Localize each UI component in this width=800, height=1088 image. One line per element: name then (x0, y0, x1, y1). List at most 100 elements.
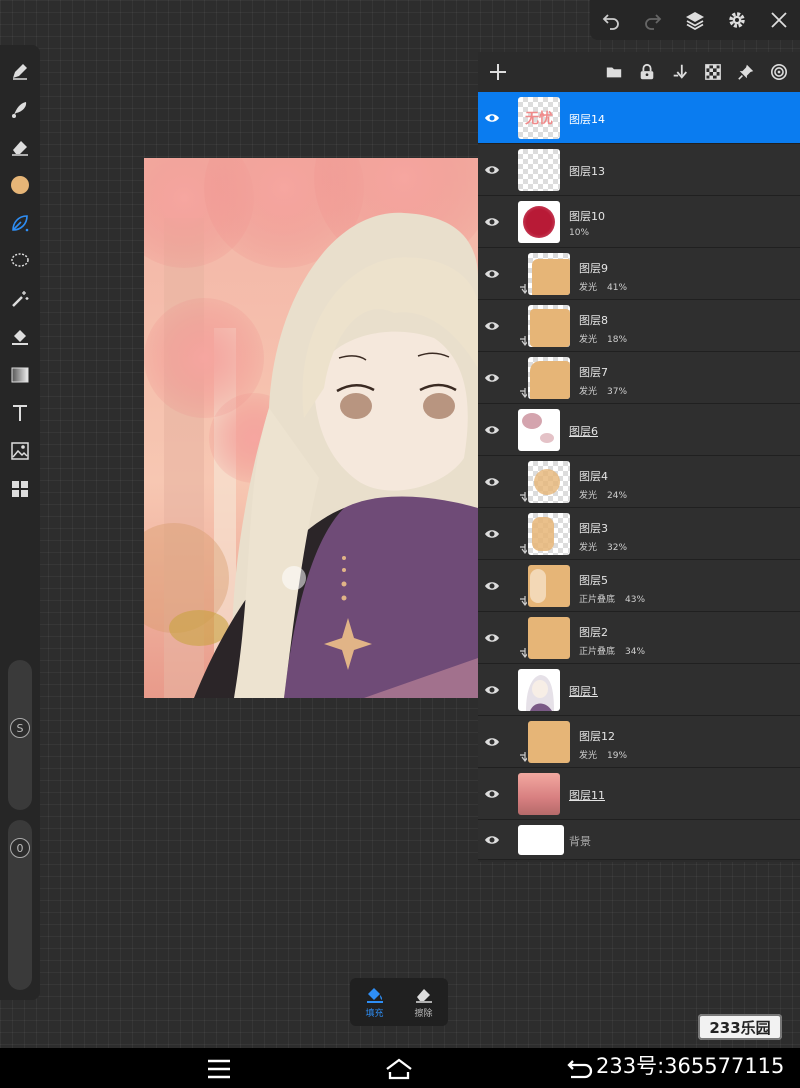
layer-name: 图层6 (569, 425, 598, 438)
eye-icon[interactable] (484, 578, 500, 594)
redo-icon[interactable] (639, 6, 667, 34)
layer-row[interactable]: 图层6 (478, 404, 800, 456)
layer-name: 图层3 (579, 522, 608, 535)
fill-bucket-icon[interactable] (6, 323, 34, 351)
layer-row[interactable]: 图层9 发光 41% (478, 248, 800, 300)
layer-thumbnail (528, 721, 570, 763)
layer-row[interactable]: 图层4 发光 24% (478, 456, 800, 508)
canvas-artwork[interactable] (144, 158, 478, 698)
layer-row[interactable]: 图层13 (478, 144, 800, 196)
layer-row[interactable]: 图层1 (478, 664, 800, 716)
lasso-icon[interactable] (6, 247, 34, 275)
layers-icon[interactable] (681, 6, 709, 34)
fill-button[interactable]: 填充 (350, 978, 399, 1026)
target-icon[interactable] (766, 59, 792, 85)
home-icon[interactable] (384, 1056, 414, 1082)
merge-down-icon[interactable] (667, 59, 693, 85)
layer-row[interactable]: 图层7 发光 37% (478, 352, 800, 404)
layer-blend-mode: 发光 (579, 751, 598, 761)
layer-row[interactable]: 图层11 (478, 768, 800, 820)
clip-arrow-icon (520, 284, 527, 294)
image-icon[interactable] (6, 437, 34, 465)
eraser-icon (415, 988, 432, 1003)
layer-row[interactable]: 图层2 正片叠底 34% (478, 612, 800, 664)
brush-icon[interactable] (6, 209, 34, 237)
eye-icon[interactable] (484, 110, 500, 126)
checker-icon[interactable] (700, 59, 726, 85)
layer-panel: 无忧 图层14 图层13 图层10 10% 图层9 发光 41% 图层8 发光 18… (478, 52, 800, 862)
eye-icon[interactable] (484, 734, 500, 750)
brush-size-knob[interactable]: S (10, 718, 30, 738)
layer-name: 图层12 (579, 730, 615, 743)
layer-name: 背景 (569, 835, 591, 848)
undo-icon[interactable] (597, 6, 625, 34)
layer-name: 图层13 (569, 165, 605, 178)
text-icon[interactable] (6, 399, 34, 427)
eye-icon[interactable] (484, 786, 500, 802)
layer-thumbnail: 无忧 (518, 97, 560, 139)
clip-arrow-icon (520, 752, 527, 762)
grid-icon[interactable] (6, 475, 34, 503)
layer-thumbnail (528, 565, 570, 607)
back-icon[interactable] (564, 1056, 594, 1082)
menu-icon[interactable] (204, 1056, 234, 1082)
layer-name: 图层5 (579, 574, 608, 587)
eye-icon[interactable] (484, 474, 500, 490)
eye-icon[interactable] (484, 832, 500, 848)
layer-row[interactable]: 图层3 发光 32% (478, 508, 800, 560)
smudge-icon[interactable] (6, 95, 34, 123)
gradient-icon[interactable] (6, 361, 34, 389)
eye-icon[interactable] (484, 266, 500, 282)
eye-icon[interactable] (484, 630, 500, 646)
layer-opacity: 32% (607, 543, 628, 553)
layer-thumbnail (518, 825, 564, 855)
layer-name: 图层1 (569, 685, 598, 698)
gear-icon[interactable] (723, 6, 751, 34)
top-toolbar (590, 0, 800, 40)
clip-arrow-icon (520, 544, 527, 554)
eye-icon[interactable] (484, 214, 500, 230)
layer-thumbnail (528, 617, 570, 659)
layer-row[interactable]: 图层10 10% (478, 196, 800, 248)
add-layer-button[interactable] (486, 60, 510, 84)
eye-icon[interactable] (484, 370, 500, 386)
close-icon[interactable] (765, 6, 793, 34)
brush-opacity-knob[interactable]: 0 (10, 838, 30, 858)
layer-row-background[interactable]: 背景 (478, 820, 800, 860)
clip-arrow-icon (520, 388, 527, 398)
folder-icon[interactable] (601, 59, 627, 85)
tool-rail: S 0 (0, 45, 40, 1000)
layer-blend-mode: 发光 (579, 283, 598, 293)
erase-button[interactable]: 擦除 (399, 978, 448, 1026)
eye-icon[interactable] (484, 318, 500, 334)
layer-name: 图层14 (569, 113, 605, 126)
layer-row[interactable]: 图层12 发光 19% (478, 716, 800, 768)
color-swatch[interactable] (6, 171, 34, 199)
eye-icon[interactable] (484, 526, 500, 542)
layer-opacity: 19% (607, 751, 628, 761)
layer-row[interactable]: 图层8 发光 18% (478, 300, 800, 352)
erase-label: 擦除 (414, 1008, 433, 1019)
layer-row[interactable]: 无忧 图层14 (478, 92, 800, 144)
fill-bucket-icon (366, 987, 383, 1003)
layer-row[interactable]: 图层5 正片叠底 43% (478, 560, 800, 612)
lock-icon[interactable] (634, 59, 660, 85)
layer-opacity: 41% (607, 283, 628, 293)
layer-opacity: 34% (625, 647, 646, 657)
watermark-logo: 233乐园 (698, 1014, 782, 1040)
eye-icon[interactable] (484, 162, 500, 178)
pin-icon[interactable] (733, 59, 759, 85)
layer-panel-toolbar (478, 52, 800, 92)
layer-blend-info: 正片叠底 43% (579, 592, 645, 605)
layer-name: 图层2 (579, 626, 608, 639)
magic-wand-icon[interactable] (6, 285, 34, 313)
layer-blend-info: 发光 41% (579, 280, 627, 293)
eye-icon[interactable] (484, 422, 500, 438)
layer-blend-mode: 发光 (579, 491, 598, 501)
pen-icon[interactable] (6, 57, 34, 85)
eraser-icon[interactable] (6, 133, 34, 161)
eye-icon[interactable] (484, 682, 500, 698)
layer-thumbnail (528, 253, 570, 295)
layer-blend-info: 发光 24% (579, 488, 627, 501)
layer-blend-mode: 正片叠底 (579, 647, 616, 657)
